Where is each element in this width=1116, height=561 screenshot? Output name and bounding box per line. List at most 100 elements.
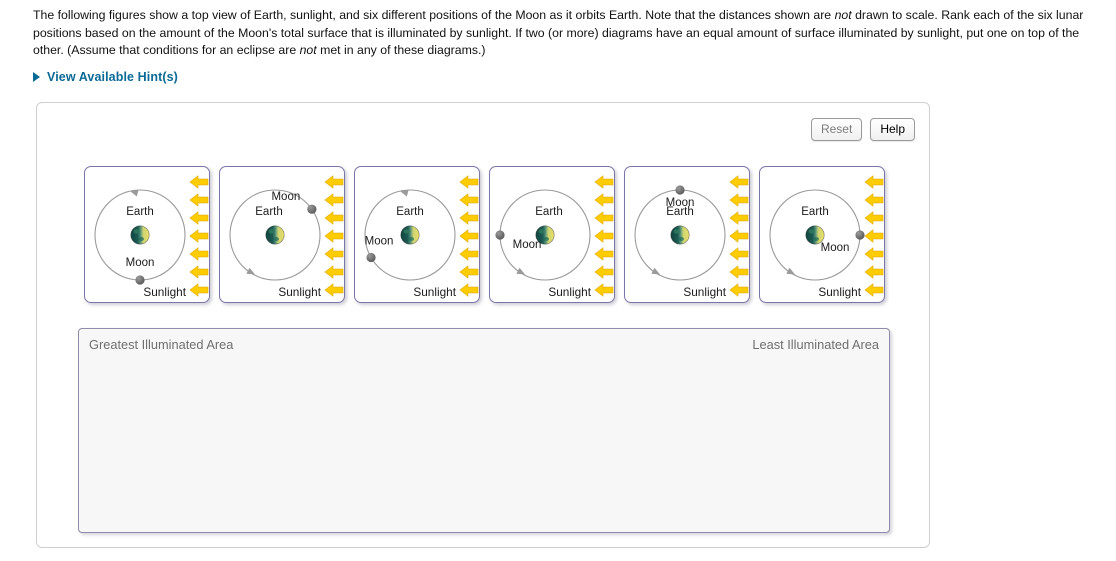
sunlight-arrow — [324, 283, 344, 297]
sunlight-arrow — [729, 283, 749, 297]
sunlight-arrow — [864, 283, 884, 297]
orbit-direction-arrow — [786, 267, 795, 275]
sunlight-arrow — [864, 247, 884, 261]
sunlight-arrows — [189, 175, 209, 297]
sunlight-arrow — [594, 247, 614, 261]
reset-button[interactable]: Reset — [810, 118, 863, 141]
ranking-activity-card: Reset Help Earth Moon Sunlight Earth Moon Sun… — [36, 102, 930, 548]
sunlight-arrow — [189, 175, 209, 189]
sunlight-arrow — [594, 265, 614, 279]
sunlight-arrow — [459, 229, 479, 243]
moon-phase-diagram-6[interactable]: Earth Moon Sunlight — [759, 166, 885, 303]
moon-phase-diagram-2[interactable]: Earth Moon Sunlight — [219, 166, 345, 303]
sunlight-arrow — [729, 211, 749, 225]
moon-label: Moon — [365, 236, 394, 248]
sunlight-label: Sunlight — [818, 285, 861, 299]
prompt-part-3: met in any of these diagrams.) — [316, 43, 486, 57]
earth-label: Earth — [535, 206, 563, 218]
moon-label: Moon — [126, 257, 155, 269]
sunlight-arrow — [324, 193, 344, 207]
chevron-right-icon — [33, 72, 40, 82]
sunlight-arrow — [594, 193, 614, 207]
moon-phase-diagram-1[interactable]: Earth Moon Sunlight — [84, 166, 210, 303]
orbit-direction-arrow — [516, 267, 525, 275]
moon-marker — [366, 252, 376, 263]
sunlight-arrows — [594, 175, 614, 297]
sunlight-arrow — [189, 211, 209, 225]
sunlight-arrow — [459, 193, 479, 207]
moon-label: Moon — [821, 242, 850, 254]
orbit-direction-arrow — [400, 189, 409, 197]
prompt-emphasis-2: not — [299, 43, 317, 57]
sunlight-arrow — [864, 193, 884, 207]
earth-globe — [670, 225, 690, 245]
earth-label: Earth — [396, 206, 424, 218]
sunlight-label: Sunlight — [683, 285, 726, 299]
view-hints-link[interactable]: View Available Hint(s) — [33, 70, 178, 84]
sunlight-arrow — [189, 193, 209, 207]
sunlight-arrow — [864, 265, 884, 279]
orbit-direction-arrow — [651, 267, 660, 275]
sunlight-arrow — [324, 229, 344, 243]
ranking-greatest-label: Greatest Illuminated Area — [89, 337, 234, 352]
sunlight-arrow — [729, 229, 749, 243]
card-toolbar: Reset Help — [810, 118, 915, 141]
sunlight-label: Sunlight — [548, 285, 591, 299]
ranking-least-label: Least Illuminated Area — [752, 337, 879, 352]
moon-phase-diagram-3[interactable]: Earth Moon Sunlight — [354, 166, 480, 303]
sunlight-arrows — [864, 175, 884, 297]
moon-label: Moon — [271, 191, 300, 203]
sunlight-arrow — [864, 229, 884, 243]
sunlight-label: Sunlight — [413, 285, 456, 299]
moon-phase-diagram-5[interactable]: Earth Moon Sunlight — [624, 166, 750, 303]
earth-globe — [130, 225, 150, 245]
prompt-part-1: The following figures show a top view of… — [33, 8, 835, 22]
sunlight-arrow — [459, 265, 479, 279]
sunlight-arrow — [729, 265, 749, 279]
sunlight-arrow — [324, 265, 344, 279]
orbit-direction-arrow — [130, 189, 139, 197]
sunlight-arrow — [459, 175, 479, 189]
sunlight-label: Sunlight — [143, 285, 186, 299]
sunlight-arrow — [459, 283, 479, 297]
moon-phase-diagram-4[interactable]: Earth Moon Sunlight — [489, 166, 615, 303]
earth-globe — [265, 225, 285, 245]
earth-label: Earth — [801, 206, 829, 218]
sunlight-arrow — [594, 283, 614, 297]
moon-label: Moon — [666, 197, 695, 209]
sunlight-label: Sunlight — [278, 285, 321, 299]
sunlight-arrow — [729, 175, 749, 189]
sunlight-arrow — [324, 175, 344, 189]
earth-globe — [400, 225, 420, 245]
sunlight-arrow — [189, 229, 209, 243]
sunlight-arrow — [729, 247, 749, 261]
sunlight-arrows — [729, 175, 749, 297]
sunlight-arrow — [189, 265, 209, 279]
sunlight-arrow — [189, 283, 209, 297]
earth-label: Earth — [126, 206, 154, 218]
view-hints-label: View Available Hint(s) — [47, 70, 178, 84]
sunlight-arrow — [594, 229, 614, 243]
sunlight-arrow — [324, 211, 344, 225]
orbit-direction-arrow — [246, 267, 255, 275]
sunlight-arrow — [864, 175, 884, 189]
moon-label: Moon — [513, 239, 542, 251]
question-prompt: The following figures show a top view of… — [33, 7, 1096, 60]
diagram-strip: Earth Moon Sunlight Earth Moon Sunlight Earth M… — [84, 166, 885, 303]
ranking-drop-zone[interactable]: Greatest Illuminated Area Least Illumina… — [78, 328, 890, 533]
sunlight-arrows — [324, 175, 344, 297]
sunlight-arrow — [459, 211, 479, 225]
sunlight-arrow — [189, 247, 209, 261]
moon-marker — [675, 185, 685, 195]
sunlight-arrow — [594, 175, 614, 189]
sunlight-arrow — [594, 211, 614, 225]
earth-label: Earth — [255, 206, 283, 218]
prompt-emphasis-1: not — [834, 8, 852, 22]
moon-marker — [135, 275, 145, 285]
moon-marker — [495, 230, 505, 240]
help-button[interactable]: Help — [870, 118, 915, 141]
moon-marker — [307, 204, 317, 214]
sunlight-arrow — [459, 247, 479, 261]
sunlight-arrows — [459, 175, 479, 297]
sunlight-arrow — [324, 247, 344, 261]
